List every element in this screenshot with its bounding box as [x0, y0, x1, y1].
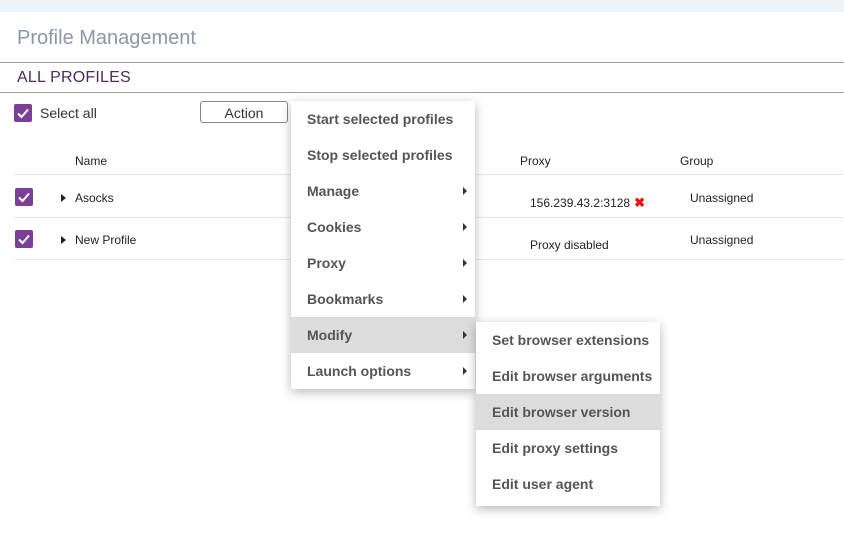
- checkmark-icon: [18, 192, 30, 203]
- row-checkbox[interactable]: [15, 230, 33, 248]
- expand-caret-icon[interactable]: [61, 236, 66, 244]
- submenu-arrow-icon: [463, 259, 467, 267]
- submenu-item-edit-browser-arguments[interactable]: Edit browser arguments: [476, 358, 660, 394]
- proxy-status: Proxy disabled: [530, 238, 609, 252]
- submenu-arrow-icon: [463, 295, 467, 303]
- submenu-item-set-browser-extensions[interactable]: Set browser extensions: [476, 322, 660, 358]
- menu-item-bookmarks[interactable]: Bookmarks: [291, 281, 475, 317]
- submenu-arrow-icon: [463, 187, 467, 195]
- submenu-arrow-icon: [463, 367, 467, 375]
- submenu-arrow-icon: [463, 223, 467, 231]
- select-all-label[interactable]: Select all: [40, 105, 97, 121]
- menu-item-start-selected-profiles[interactable]: Start selected profiles: [291, 101, 475, 137]
- submenu-item-edit-user-agent[interactable]: Edit user agent: [476, 466, 660, 502]
- section-title: ALL PROFILES: [17, 69, 131, 86]
- group-cell: Unassigned: [690, 191, 754, 205]
- submenu-item-edit-proxy-settings[interactable]: Edit proxy settings: [476, 430, 660, 466]
- profile-name[interactable]: Asocks: [75, 191, 114, 205]
- menu-item-manage[interactable]: Manage: [291, 173, 475, 209]
- group-cell: Unassigned: [690, 233, 754, 247]
- checkmark-icon: [18, 234, 30, 245]
- column-header-proxy[interactable]: Proxy: [520, 154, 551, 168]
- menu-item-launch-options[interactable]: Launch options: [291, 353, 475, 389]
- submenu-arrow-icon: [463, 331, 467, 339]
- modify-submenu: Set browser extensions Edit browser argu…: [476, 322, 660, 506]
- proxy-cell: 156.239.43.2:3128 ✖: [530, 195, 645, 211]
- divider: [0, 92, 844, 93]
- row-checkbox[interactable]: [15, 188, 33, 206]
- page-title: Profile Management: [17, 27, 196, 49]
- menu-item-modify[interactable]: Modify: [291, 317, 475, 353]
- menu-item-stop-selected-profiles[interactable]: Stop selected profiles: [291, 137, 475, 173]
- top-strip: [0, 0, 844, 12]
- proxy-address: 156.239.43.2:3128: [530, 196, 631, 210]
- divider: [0, 62, 844, 63]
- menu-item-proxy[interactable]: Proxy: [291, 245, 475, 281]
- submenu-item-edit-browser-version[interactable]: Edit browser version: [476, 394, 660, 430]
- column-header-group[interactable]: Group: [680, 154, 713, 168]
- action-button[interactable]: Action: [200, 101, 288, 123]
- proxy-error-icon: ✖: [634, 195, 646, 210]
- column-header-name[interactable]: Name: [75, 154, 107, 168]
- menu-item-cookies[interactable]: Cookies: [291, 209, 475, 245]
- action-menu: Start selected profiles Stop selected pr…: [291, 101, 475, 389]
- profile-name[interactable]: New Profile: [75, 233, 136, 247]
- expand-caret-icon[interactable]: [61, 194, 66, 202]
- checkmark-icon: [17, 108, 29, 119]
- select-all-checkbox[interactable]: [14, 104, 32, 122]
